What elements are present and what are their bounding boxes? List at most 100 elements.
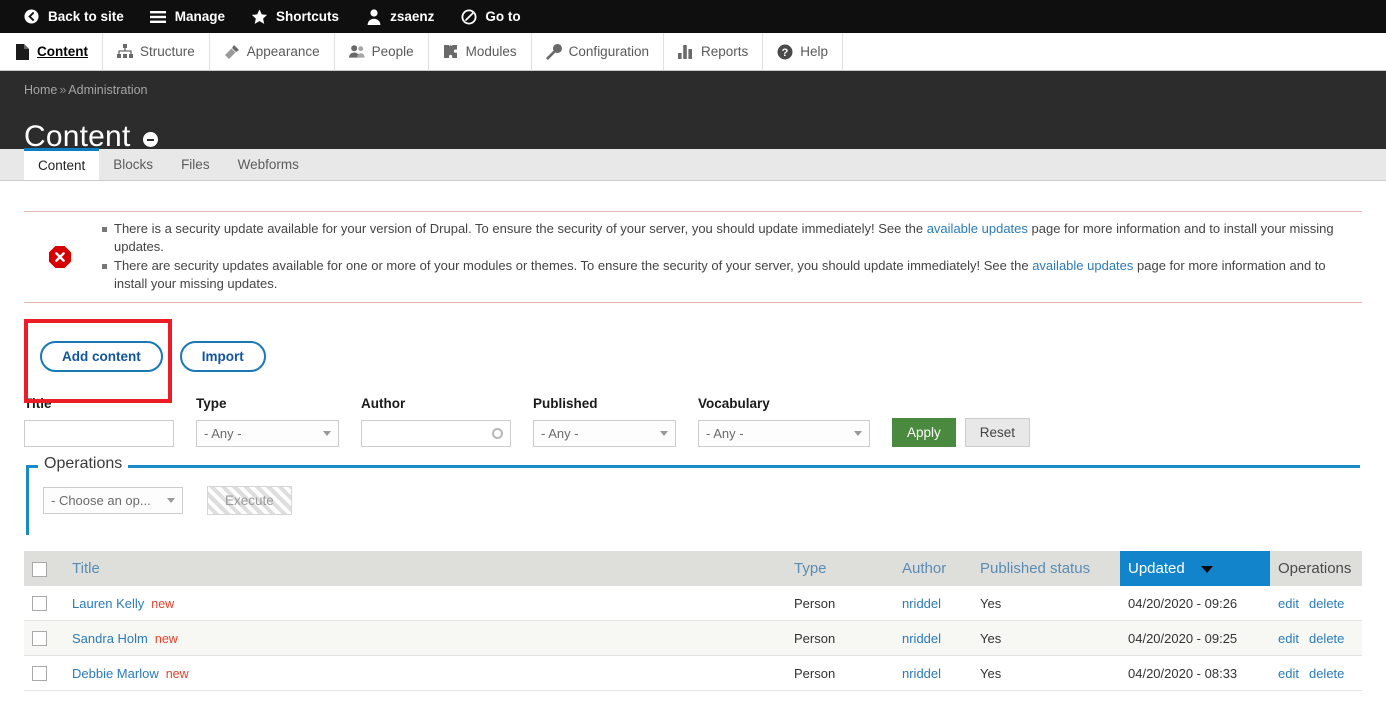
chevron-down-icon [854, 431, 862, 436]
row-status-cell: Yes [972, 621, 1120, 656]
title-filter-label: Title [24, 396, 174, 411]
toolbar-item-people[interactable]: People [335, 33, 429, 70]
column-header-operations: Operations [1270, 551, 1362, 586]
row-author-cell: nriddel [894, 621, 972, 656]
select-all-checkbox[interactable] [32, 562, 47, 577]
delete-link[interactable]: delete [1309, 631, 1344, 646]
edit-link[interactable]: edit [1278, 596, 1299, 611]
column-header-title[interactable]: Title [64, 551, 786, 586]
operations-legend: Operations [38, 455, 128, 473]
bulk-action-select[interactable]: - Choose an op... [43, 487, 183, 514]
content-title-link[interactable]: Sandra Holm [72, 631, 148, 646]
sitemap-icon [117, 44, 133, 60]
delete-link[interactable]: delete [1309, 596, 1344, 611]
edit-link[interactable]: edit [1278, 666, 1299, 681]
action-links-area: Add content Import [24, 319, 1362, 375]
row-updated-cell: 04/20/2020 - 09:25 [1120, 621, 1270, 656]
row-select-cell [24, 656, 64, 691]
column-header-published-status[interactable]: Published status [972, 551, 1120, 586]
toolbar-item-label: Appearance [247, 44, 320, 59]
new-badge: new [151, 597, 174, 611]
row-operations-cell: edit delete [1270, 621, 1362, 656]
tab-label: Blocks [113, 157, 153, 172]
tab-content[interactable]: Content [24, 148, 99, 180]
published-filter-select[interactable]: - Any - [533, 420, 676, 447]
filter-actions: Apply Reset [892, 418, 1030, 447]
column-header-type[interactable]: Type [786, 551, 894, 586]
column-header-author[interactable]: Author [894, 551, 972, 586]
tab-blocks[interactable]: Blocks [99, 149, 167, 180]
admin-bar-label: Back to site [48, 9, 124, 24]
add-content-button[interactable]: Add content [40, 341, 163, 372]
row-status-cell: Yes [972, 586, 1120, 621]
row-type-cell: Person [786, 586, 894, 621]
edit-link[interactable]: edit [1278, 631, 1299, 646]
toolbar-item-configuration[interactable]: Configuration [532, 33, 664, 70]
breadcrumb-administration[interactable]: Administration [68, 83, 147, 97]
toolbar-item-label: People [372, 44, 414, 59]
type-filter-value: - Any - [204, 426, 323, 441]
admin-bar-user[interactable]: zsaenz [352, 0, 447, 33]
question-circle-icon: ? [777, 44, 793, 60]
row-type-cell: Person [786, 656, 894, 691]
admin-bar-manage[interactable]: Manage [137, 0, 238, 33]
row-title-cell: Sandra Holmnew [64, 621, 786, 656]
title-filter-input[interactable] [24, 420, 174, 447]
published-filter-label: Published [533, 396, 676, 411]
admin-bar-label: Manage [175, 9, 225, 24]
execute-button: Execute [207, 486, 292, 515]
toolbar-item-reports[interactable]: Reports [664, 33, 763, 70]
admin-bar-go-to[interactable]: Go to [447, 0, 533, 33]
page-icon [14, 44, 30, 60]
content-title-link[interactable]: Debbie Marlow [72, 666, 159, 681]
toolbar-filler [843, 33, 1386, 70]
toolbar-item-appearance[interactable]: Appearance [210, 33, 335, 70]
author-autocomplete [361, 420, 511, 447]
row-status-cell: Yes [972, 656, 1120, 691]
toolbar-item-structure[interactable]: Structure [103, 33, 210, 70]
available-updates-link[interactable]: available updates [1032, 258, 1133, 273]
apply-button[interactable]: Apply [892, 418, 956, 447]
admin-bar-label: zsaenz [390, 9, 434, 24]
reset-button[interactable]: Reset [965, 418, 1030, 447]
admin-bar-back-to-site[interactable]: Back to site [10, 0, 137, 33]
hamburger-icon [150, 8, 167, 25]
tab-webforms[interactable]: Webforms [224, 149, 313, 180]
breadcrumb-home[interactable]: Home [24, 83, 57, 97]
row-checkbox[interactable] [32, 596, 47, 611]
author-link[interactable]: nriddel [902, 631, 941, 646]
bar-chart-icon [678, 44, 694, 60]
content-title-link[interactable]: Lauren Kelly [72, 596, 144, 611]
toolbar-item-help[interactable]: ? Help [763, 33, 843, 70]
import-button[interactable]: Import [180, 341, 266, 372]
type-filter-select[interactable]: - Any - [196, 420, 339, 447]
author-link[interactable]: nriddel [902, 596, 941, 611]
back-arrow-icon [23, 8, 40, 25]
row-updated-cell: 04/20/2020 - 09:26 [1120, 586, 1270, 621]
row-author-cell: nriddel [894, 586, 972, 621]
available-updates-link[interactable]: available updates [927, 221, 1028, 236]
toolbar-item-label: Structure [140, 44, 195, 59]
collapse-minus-icon[interactable] [143, 132, 158, 147]
goto-icon [460, 8, 477, 25]
filter-group-type: Type - Any - [196, 396, 339, 447]
row-checkbox[interactable] [32, 631, 47, 646]
toolbar-item-label: Reports [701, 44, 748, 59]
toolbar-item-content[interactable]: Content [0, 33, 103, 70]
main-content: There is a security update available for… [0, 211, 1386, 691]
filter-group-title: Title [24, 396, 174, 447]
toolbar-item-label: Configuration [569, 44, 649, 59]
vocabulary-filter-select[interactable]: - Any - [698, 420, 870, 447]
admin-bar-label: Shortcuts [276, 9, 339, 24]
author-link[interactable]: nriddel [902, 666, 941, 681]
toolbar-item-modules[interactable]: Modules [429, 33, 532, 70]
admin-bar-shortcuts[interactable]: Shortcuts [238, 0, 352, 33]
tab-files[interactable]: Files [167, 149, 224, 180]
operations-body: - Choose an op... Execute [29, 468, 1360, 515]
row-checkbox[interactable] [32, 666, 47, 681]
table-row: Sandra Holmnew Person nriddel Yes 04/20/… [24, 621, 1362, 656]
row-operations-cell: edit delete [1270, 586, 1362, 621]
author-filter-input[interactable] [361, 420, 511, 447]
delete-link[interactable]: delete [1309, 666, 1344, 681]
column-header-updated[interactable]: Updated [1120, 551, 1270, 586]
